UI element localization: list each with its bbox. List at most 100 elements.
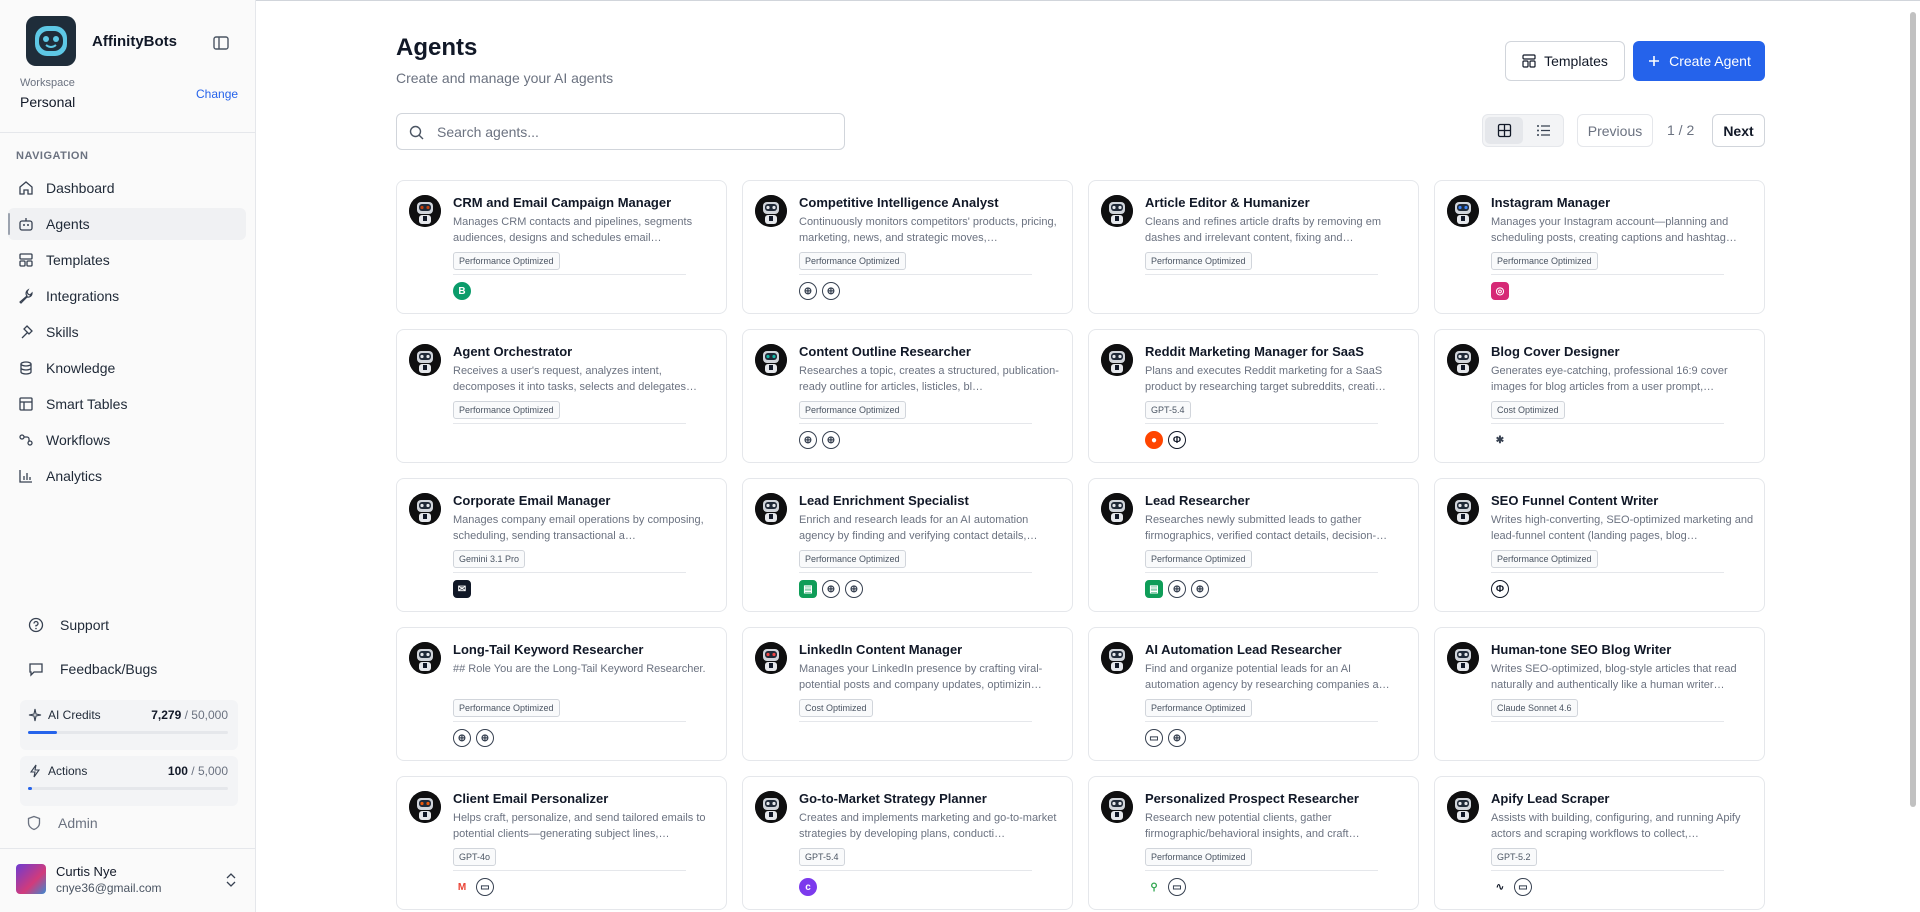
agent-tools: ▤ ⊕ ⊕ [1145, 580, 1214, 598]
help-circle-icon [28, 617, 44, 633]
agent-card[interactable]: Competitive Intelligence Analyst Continuo… [742, 180, 1073, 314]
nav-item-smart-tables[interactable]: Smart Tables [8, 388, 246, 420]
agent-card-description: Manages your LinkedIn presence by crafti… [799, 663, 1043, 691]
agent-card-title: Content Outline Researcher [799, 344, 971, 359]
agent-card[interactable]: Article Editor & Humanizer Cleans and ref… [1088, 180, 1419, 314]
agent-tools: ⊕ ⊕ [453, 729, 499, 747]
support-link[interactable]: Support [28, 617, 109, 633]
agent-avatar-icon [1447, 642, 1479, 674]
grid-view-button[interactable] [1485, 117, 1523, 144]
agent-card-description: Writes high-converting, SEO-optimized ma… [1491, 514, 1754, 542]
actions-used: 100 [167, 764, 188, 778]
home-icon [19, 181, 33, 195]
nav-item-skills[interactable]: Skills [8, 316, 246, 348]
agent-avatar-icon [755, 344, 787, 376]
agent-tools: B [453, 282, 476, 300]
agent-card[interactable]: Lead Enrichment Specialist Enrich and res… [742, 478, 1073, 612]
user-menu[interactable]: Curtis Nye cnye36@gmail.com [16, 864, 240, 898]
agent-card-description: Find and organize potential leads for an… [1145, 663, 1390, 691]
create-agent-button-label: Create Agent [1669, 53, 1751, 69]
model-badge: Performance Optimized [453, 699, 560, 717]
nav-item-integrations[interactable]: Integrations [8, 280, 246, 312]
agent-card[interactable]: SEO Funnel Content Writer Writes high-con… [1434, 478, 1765, 612]
model-badge: Performance Optimized [453, 401, 560, 419]
search-box[interactable] [396, 113, 845, 150]
nav-item-knowledge[interactable]: Knowledge [8, 352, 246, 384]
agent-card-title: Competitive Intelligence Analyst [799, 195, 999, 210]
next-page-button[interactable]: Next [1712, 114, 1765, 147]
nav-item-agents[interactable]: Agents [8, 208, 246, 240]
agent-card-description: Assists with building, configuring, and … [1491, 812, 1741, 840]
agent-avatar-icon [1447, 791, 1479, 823]
sidebar: AffinityBots Workspace Personal Change N… [0, 0, 256, 912]
search-input[interactable] [437, 122, 827, 142]
templates-button[interactable]: Templates [1505, 41, 1625, 81]
agent-tools: ✉ [453, 580, 476, 598]
nav-item-dashboard[interactable]: Dashboard [8, 172, 246, 204]
table-icon [19, 397, 33, 411]
globe-icon: ⊕ [799, 431, 817, 449]
card-divider [453, 721, 686, 722]
perplexity-icon: Φ [1491, 580, 1509, 598]
model-badge: Performance Optimized [799, 550, 906, 568]
admin-link[interactable]: Admin [26, 815, 98, 831]
sidebar-toggle-icon[interactable] [212, 34, 230, 52]
agent-card[interactable]: Go-to-Market Strategy Planner Creates and… [742, 776, 1073, 910]
globe-icon: ⊕ [799, 282, 817, 300]
agent-tools: ◎ [1491, 282, 1514, 300]
reddit-icon: ● [1145, 431, 1163, 449]
agent-card[interactable]: Long-Tail Keyword Researcher ## Role You … [396, 627, 727, 761]
agent-card[interactable]: Reddit Marketing Manager for SaaS Plans a… [1088, 329, 1419, 463]
agent-card[interactable]: Human-tone SEO Blog Writer Writes SEO-opt… [1434, 627, 1765, 761]
brand[interactable]: AffinityBots [26, 16, 177, 66]
agent-card-title: Long-Tail Keyword Researcher [453, 642, 644, 657]
nav-item-label: Smart Tables [46, 396, 128, 412]
model-badge: Performance Optimized [799, 401, 906, 419]
agent-card-title: Lead Researcher [1145, 493, 1250, 508]
apify-icon: ∿ [1495, 881, 1505, 893]
agent-card[interactable]: Content Outline Researcher Researches a t… [742, 329, 1073, 463]
page-title: Agents [396, 34, 478, 61]
globe-icon: ⊕ [1191, 580, 1209, 598]
agent-card[interactable]: Agent Orchestrator Receives a user's requ… [396, 329, 727, 463]
nav-item-label: Skills [46, 324, 79, 340]
agent-card-description: Enrich and research leads for an AI auto… [799, 514, 1038, 542]
nav-item-workflows[interactable]: Workflows [8, 424, 246, 456]
agent-card[interactable]: Apify Lead Scraper Assists with building,… [1434, 776, 1765, 910]
agent-card[interactable]: AI Automation Lead Researcher Find and or… [1088, 627, 1419, 761]
agent-avatar-icon [755, 791, 787, 823]
message-icon [29, 663, 43, 677]
agent-card-description: Manages company email operations by comp… [453, 514, 704, 542]
scrollbar[interactable] [1910, 12, 1916, 807]
agent-avatar-icon [755, 493, 787, 525]
agent-card[interactable]: Corporate Email Manager Manages company e… [396, 478, 727, 612]
actions-progress-fill [28, 787, 32, 790]
nav-item-label: Analytics [46, 468, 103, 484]
model-badge: GPT-5.2 [1491, 848, 1537, 866]
agent-avatar-icon [1101, 344, 1133, 376]
agent-card[interactable]: Instagram Manager Manages your Instagram … [1434, 180, 1765, 314]
agent-card[interactable]: CRM and Email Campaign Manager Manages CR… [396, 180, 727, 314]
robot-logo-icon [26, 16, 76, 66]
previous-page-button[interactable]: Previous [1577, 114, 1653, 147]
agent-card[interactable]: Client Email Personalizer Helps craft, pe… [396, 776, 727, 910]
agent-card[interactable]: Lead Researcher Researches newly submitte… [1088, 478, 1419, 612]
card-divider [453, 870, 686, 871]
card-divider [1491, 870, 1724, 871]
agent-card[interactable]: Blog Cover Designer Generates eye-catchin… [1434, 329, 1765, 463]
credits-total: / 50,000 [184, 708, 228, 722]
change-workspace-link[interactable]: Change [196, 87, 238, 101]
list-view-button[interactable] [1524, 117, 1562, 144]
nav-list: Dashboard Agents Templates Integrations … [8, 172, 246, 496]
credits-progress-fill [28, 731, 58, 734]
agent-card-title: Lead Enrichment Specialist [799, 493, 969, 508]
nav-item-templates[interactable]: Templates [8, 244, 246, 276]
agent-card[interactable]: Personalized Prospect Researcher Research… [1088, 776, 1419, 910]
agent-card-description: Continuously monitors competitors' produ… [799, 216, 1057, 244]
nav-item-label: Agents [46, 216, 90, 232]
create-agent-button[interactable]: Create Agent [1633, 41, 1765, 81]
feedback-link[interactable]: Feedback/Bugs [28, 661, 157, 677]
nav-item-analytics[interactable]: Analytics [8, 460, 246, 492]
agent-tools: ⚲ ▭ [1145, 878, 1191, 896]
agent-card[interactable]: LinkedIn Content Manager Manages your Lin… [742, 627, 1073, 761]
